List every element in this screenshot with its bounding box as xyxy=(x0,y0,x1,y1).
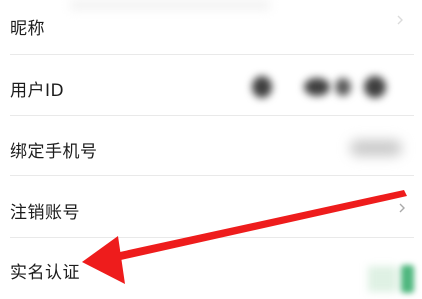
chevron-right-icon xyxy=(397,15,403,25)
bind-phone-label: 绑定手机号 xyxy=(10,142,98,162)
settings-row-real-name-verification[interactable]: 实名认证 xyxy=(0,238,422,298)
cancel-account-label: 注销账号 xyxy=(10,203,80,223)
blurred-user-id-part xyxy=(304,78,330,96)
real-name-verification-label: 实名认证 xyxy=(10,263,80,283)
blurred-verification-status xyxy=(368,266,398,292)
chevron-right-icon xyxy=(399,203,405,213)
settings-row-user-id[interactable]: 用户ID xyxy=(0,56,422,116)
user-id-label: 用户ID xyxy=(10,81,65,101)
settings-row-nickname[interactable]: 昵称 xyxy=(0,0,422,60)
settings-row-cancel-account[interactable]: 注销账号 xyxy=(0,176,422,236)
settings-row-bind-phone[interactable]: 绑定手机号 xyxy=(0,116,422,176)
blurred-phone-number xyxy=(350,140,402,156)
blurred-user-id-part xyxy=(364,76,386,98)
blurred-user-id-part xyxy=(252,76,272,98)
nickname-label: 昵称 xyxy=(10,19,45,39)
account-settings-screen: 昵称 用户ID 绑定手机号 注销账号 实名认证 xyxy=(0,0,422,299)
divider xyxy=(10,54,414,55)
verification-status-badge xyxy=(401,265,414,293)
blurred-user-id-part xyxy=(335,78,351,96)
